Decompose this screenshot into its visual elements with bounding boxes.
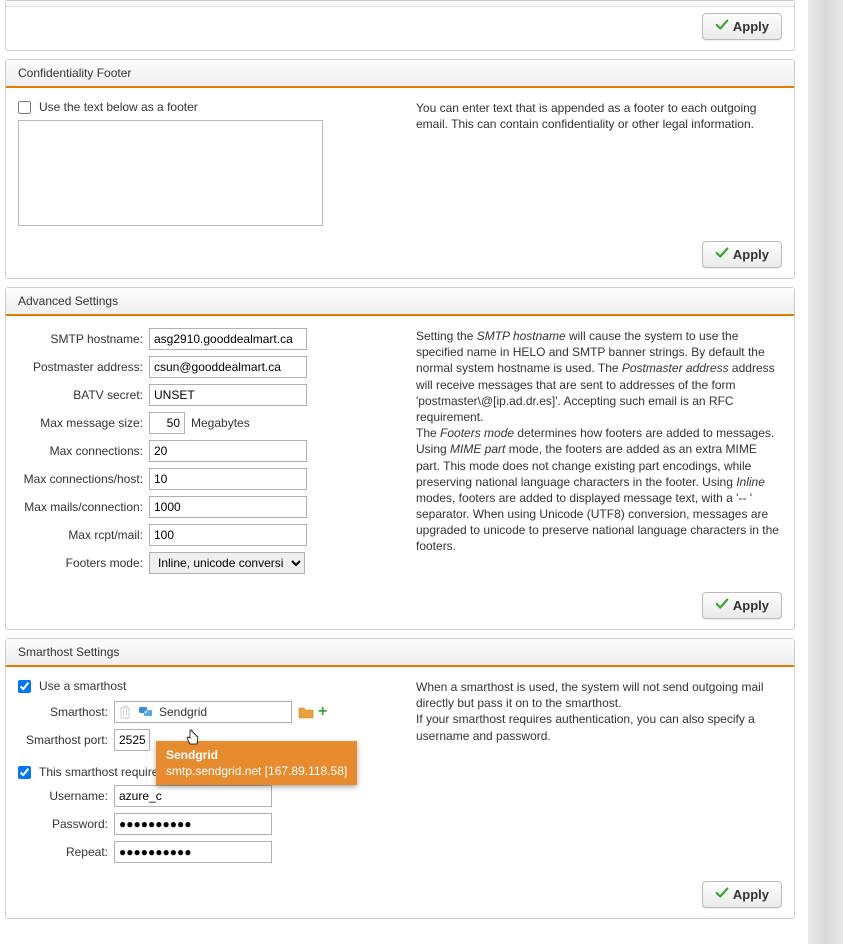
smtp-hostname-input[interactable] [149,328,307,350]
batv-input[interactable] [149,384,307,406]
advanced-panel: Advanced Settings SMTP hostname: Postmas… [5,287,795,630]
apply-button[interactable]: Apply [702,13,782,40]
confidentiality-panel: Confidentiality Footer Use the text belo… [5,59,795,279]
max-conn-input[interactable] [149,440,307,462]
max-mails-conn-input[interactable] [149,496,307,518]
panel-title: Advanced Settings [6,288,794,316]
max-msg-size-label: Max message size: [18,416,143,430]
check-icon [715,597,729,614]
password-input[interactable] [114,813,272,835]
postmaster-label: Postmaster address: [18,360,143,374]
help-text: You can enter text that is appended as a… [416,100,782,229]
use-footer-label[interactable]: Use the text below as a footer [39,100,198,114]
right-gutter [808,0,843,944]
apply-label: Apply [733,247,769,262]
max-conn-label: Max connections: [18,444,143,458]
max-mails-conn-label: Max mails/connection: [18,500,143,514]
panel-title: Smarthost Settings [6,639,794,667]
smarthost-field[interactable]: Sendgrid [114,701,292,723]
use-footer-checkbox[interactable] [18,101,31,114]
help-text: Setting the SMTP hostname will cause the… [416,328,782,580]
smarthost-port-input[interactable] [114,729,150,751]
batv-label: BATV secret: [18,388,143,402]
apply-button[interactable]: Apply [702,881,782,908]
tooltip-detail: smtp.sendgrid.net [167.89.118.58] [166,763,347,779]
smarthost-auth-checkbox[interactable] [18,766,31,779]
apply-label: Apply [733,19,769,34]
password-label: Password: [18,817,108,831]
top-panel: Apply [5,0,795,51]
megabytes-label: Megabytes [191,416,250,430]
smtp-hostname-label: SMTP hostname: [18,332,143,346]
cursor-icon [185,729,201,750]
repeat-input[interactable] [114,841,272,863]
max-conn-host-input[interactable] [149,468,307,490]
apply-label: Apply [733,887,769,902]
footers-mode-select[interactable]: Inline, unicode conversion [149,552,305,574]
host-icon [135,706,157,718]
postmaster-input[interactable] [149,356,307,378]
check-icon [715,886,729,903]
check-icon [715,246,729,263]
panel-title: Confidentiality Footer [6,60,794,88]
smarthost-port-label: Smarthost port: [18,733,108,747]
check-icon [715,18,729,35]
smarthost-value: Sendgrid [157,705,291,719]
help-text: When a smarthost is used, the system wil… [416,679,782,869]
username-input[interactable] [114,785,272,807]
apply-label: Apply [733,598,769,613]
repeat-label: Repeat: [18,845,108,859]
smarthost-label: Smarthost: [18,705,108,719]
smarthost-panel: Smarthost Settings Use a smarthost Smart… [5,638,795,919]
username-label: Username: [18,789,108,803]
max-rcpt-input[interactable] [149,524,307,546]
apply-button[interactable]: Apply [702,592,782,619]
max-rcpt-label: Max rcpt/mail: [18,528,143,542]
apply-button[interactable]: Apply [702,241,782,268]
footers-mode-label: Footers mode: [18,556,143,570]
footer-textarea[interactable] [18,120,323,226]
trash-icon[interactable] [115,705,135,719]
use-smarthost-label[interactable]: Use a smarthost [39,679,126,693]
plus-icon[interactable]: + [318,703,327,721]
max-msg-size-input[interactable] [149,412,185,434]
max-conn-host-label: Max connections/host: [18,472,143,486]
folder-icon[interactable] [298,705,314,719]
use-smarthost-checkbox[interactable] [18,680,31,693]
